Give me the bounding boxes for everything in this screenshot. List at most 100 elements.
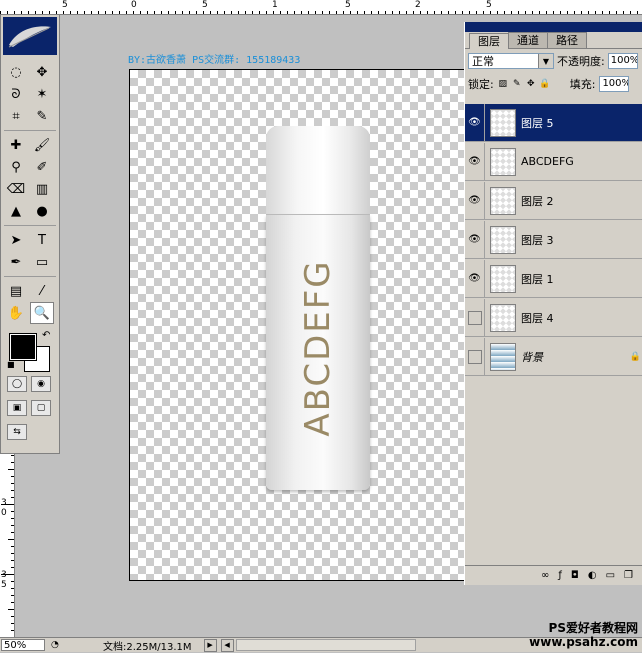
blend-mode-select[interactable]: 正常 ▼ <box>468 53 554 69</box>
ruler-tick <box>364 11 365 14</box>
new-layer-icon[interactable]: ❐ <box>624 570 633 581</box>
panel-footer: ∞ ƒ ◘ ◐ ▭ ❐ <box>465 565 642 585</box>
ruler-tick <box>11 511 14 512</box>
eye-icon[interactable]: 👁 <box>465 181 485 220</box>
lock-all-icon[interactable]: 🔒 <box>539 79 550 89</box>
default-colors-icon[interactable]: ■ <box>7 360 15 369</box>
zoom-tool-icon[interactable]: 🔍 <box>30 302 54 324</box>
ruler-tick <box>224 11 225 14</box>
visibility-toggle[interactable] <box>465 337 485 376</box>
tab-paths[interactable]: 路径 <box>547 32 587 48</box>
adjustment-layer-icon[interactable]: ◐ <box>588 570 597 581</box>
screen-mode-standard-button[interactable]: ▣ <box>7 400 27 416</box>
standard-mode-button[interactable]: ◯ <box>7 376 27 392</box>
layer-row[interactable]: 图层 4 <box>465 298 642 337</box>
horizontal-scrollbar[interactable] <box>235 639 416 651</box>
layer-row[interactable]: 背景 🔒 <box>465 337 642 376</box>
ruler-tick <box>462 11 463 14</box>
chevron-right-icon[interactable]: ▶ <box>203 638 217 652</box>
swap-colors-icon[interactable]: ↶ <box>42 330 50 341</box>
layer-row[interactable]: 👁 图层 1 <box>465 259 642 298</box>
panel-tabs: 图层 通道 路径 <box>465 32 642 49</box>
quickmask-mode-button[interactable]: ◉ <box>31 376 51 392</box>
panel-titlebar[interactable] <box>465 22 642 32</box>
ruler-tick <box>273 11 274 14</box>
folder-icon[interactable]: ▭ <box>606 570 615 581</box>
eye-icon[interactable]: 👁 <box>465 259 485 298</box>
shape-tool-icon[interactable]: ▭ <box>30 251 54 273</box>
layer-thumbnail <box>490 225 516 254</box>
layer-name: 图层 4 <box>521 311 554 325</box>
eraser-tool-icon[interactable]: ⌫ <box>4 178 28 200</box>
brush-tool-icon[interactable]: 🖌 <box>30 134 54 156</box>
gradient-tool-icon[interactable]: ▥ <box>30 178 54 200</box>
ruler-tick <box>11 518 14 519</box>
lock-label: 锁定: <box>468 78 494 91</box>
clone-stamp-icon[interactable]: ⚲ <box>4 156 28 178</box>
ruler-tick <box>427 11 428 14</box>
ruler-tick <box>567 11 568 14</box>
ruler-tick <box>11 595 14 596</box>
layer-name: 图层 3 <box>521 233 554 247</box>
feather-logo-icon[interactable] <box>3 17 57 55</box>
layer-row[interactable]: 👁 图层 3 <box>465 220 642 259</box>
ruler-tick <box>77 11 78 14</box>
dodge-tool-icon[interactable]: ● <box>30 200 54 222</box>
path-select-icon[interactable]: ➤ <box>4 229 28 251</box>
type-tool-icon[interactable]: T <box>30 229 54 251</box>
opacity-field[interactable]: 100% <box>607 53 638 69</box>
marquee-tool-icon[interactable]: ◌ <box>4 61 28 83</box>
lasso-tool-icon[interactable]: ᘐ <box>4 83 28 105</box>
hand-tool-icon[interactable]: ✋ <box>4 302 28 324</box>
slice-tool-icon[interactable]: ✎ <box>30 105 54 127</box>
eyedropper-icon[interactable]: ⁄ <box>30 280 54 302</box>
lock-position-icon[interactable]: ✥ <box>526 79 536 89</box>
foreground-color-swatch[interactable] <box>9 333 37 361</box>
ruler-tick <box>11 490 14 491</box>
eye-icon[interactable]: 👁 <box>465 220 485 259</box>
ruler-tick <box>448 11 449 14</box>
notes-tool-icon[interactable]: ▤ <box>4 280 28 302</box>
layer-row[interactable]: 👁 图层 2 <box>465 181 642 220</box>
mask-icon[interactable]: ◘ <box>571 570 579 581</box>
lock-transparency-icon[interactable]: ▨ <box>498 79 508 89</box>
ruler-tick <box>476 11 477 14</box>
layer-thumbnail <box>490 186 516 215</box>
visibility-toggle[interactable] <box>465 298 485 337</box>
ruler-tick <box>126 11 127 14</box>
ruler-label: 5 <box>345 0 351 10</box>
crop-tool-icon[interactable]: ⌗ <box>4 105 28 127</box>
fill-label: 填充: <box>569 78 596 91</box>
ruler-tick <box>252 11 253 14</box>
zoom-field[interactable]: 50% <box>1 639 45 651</box>
layer-style-icon[interactable]: ƒ <box>558 570 562 581</box>
link-icon[interactable]: ∞ <box>541 570 549 581</box>
ruler-tick <box>350 11 351 14</box>
chevron-left-icon[interactable]: ◀ <box>220 638 234 652</box>
magic-wand-icon[interactable]: ✶ <box>30 83 54 105</box>
eye-icon[interactable]: 👁 <box>465 103 485 142</box>
history-brush-icon[interactable]: ✐ <box>30 156 54 178</box>
ruler-tick <box>154 11 155 14</box>
blur-tool-icon[interactable]: ▲ <box>4 200 28 222</box>
fill-field[interactable]: 100% <box>599 76 630 92</box>
screen-mode-menu-button[interactable]: ▢ <box>31 400 51 416</box>
layer-row[interactable]: 👁 图层 5 <box>465 103 642 142</box>
lock-image-icon[interactable]: ✎ <box>512 79 522 89</box>
healing-brush-icon[interactable]: ✚ <box>4 134 28 156</box>
ruler-tick <box>11 462 14 463</box>
layer-row[interactable]: 👁 ABCDEFG <box>465 142 642 181</box>
layer-thumbnail <box>490 147 516 176</box>
ruler-tick <box>1 574 14 575</box>
layer-name: 背景 <box>521 350 543 364</box>
jump-to-imageready-button[interactable]: ⇆ <box>7 424 27 440</box>
eye-icon[interactable]: 👁 <box>465 142 485 181</box>
ruler-tick <box>546 11 547 14</box>
tab-layers[interactable]: 图层 <box>469 33 509 49</box>
tab-channels[interactable]: 通道 <box>508 32 548 48</box>
ruler-tick <box>63 11 64 14</box>
layer-thumbnail <box>490 303 516 332</box>
move-tool-icon[interactable]: ✥ <box>30 61 54 83</box>
ruler-tick <box>574 11 575 14</box>
pen-tool-icon[interactable]: ✒ <box>4 251 28 273</box>
